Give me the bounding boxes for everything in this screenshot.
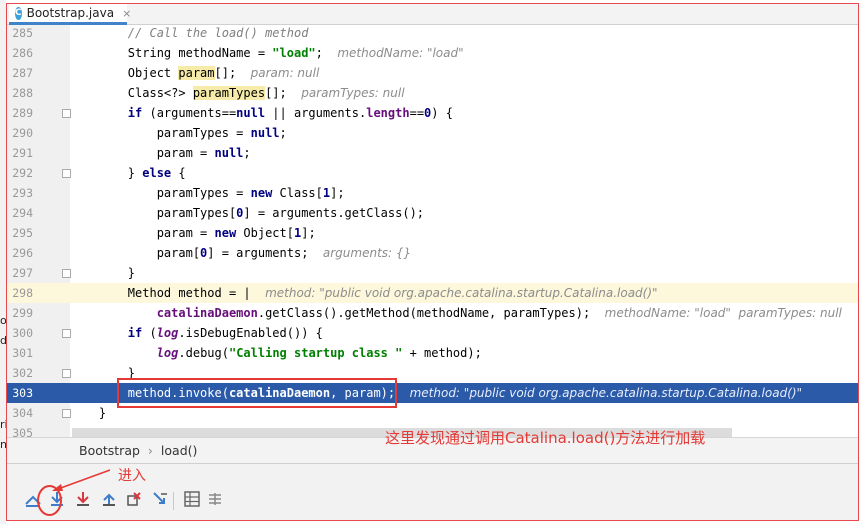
line-number[interactable]: 287 <box>7 63 33 83</box>
annotation-arrow <box>52 469 111 491</box>
line-number[interactable]: 301 <box>7 343 33 363</box>
line-number[interactable]: 296 <box>7 243 33 263</box>
line-number[interactable]: 285 <box>7 23 33 43</box>
line-number[interactable]: 299 <box>7 303 33 323</box>
line-number[interactable]: 298 <box>7 283 33 303</box>
line-number[interactable]: 294 <box>7 203 33 223</box>
fold-marker-icon[interactable] <box>62 329 71 338</box>
fold-marker-icon[interactable] <box>62 269 71 278</box>
fold-marker-icon[interactable] <box>62 369 71 378</box>
fold-marker-icon[interactable] <box>62 409 71 418</box>
line-number[interactable]: 305 <box>7 423 33 443</box>
line-number[interactable]: 297 <box>7 263 33 283</box>
line-number[interactable]: 304 <box>7 403 33 423</box>
line-number[interactable]: 288 <box>7 83 33 103</box>
line-number[interactable]: 302 <box>7 363 33 383</box>
line-number[interactable]: 291 <box>7 143 33 163</box>
line-number[interactable]: 286 <box>7 43 33 63</box>
fold-marker-icon[interactable] <box>62 109 71 118</box>
line-number[interactable]: 293 <box>7 183 33 203</box>
line-number[interactable]: 290 <box>7 123 33 143</box>
line-number[interactable]: 295 <box>7 223 33 243</box>
line-number[interactable]: 300 <box>7 323 33 343</box>
line-number[interactable]: 289 <box>7 103 33 123</box>
fold-marker-icon[interactable] <box>62 169 71 178</box>
line-number[interactable]: 292 <box>7 163 33 183</box>
line-number[interactable]: 303 <box>7 383 33 403</box>
